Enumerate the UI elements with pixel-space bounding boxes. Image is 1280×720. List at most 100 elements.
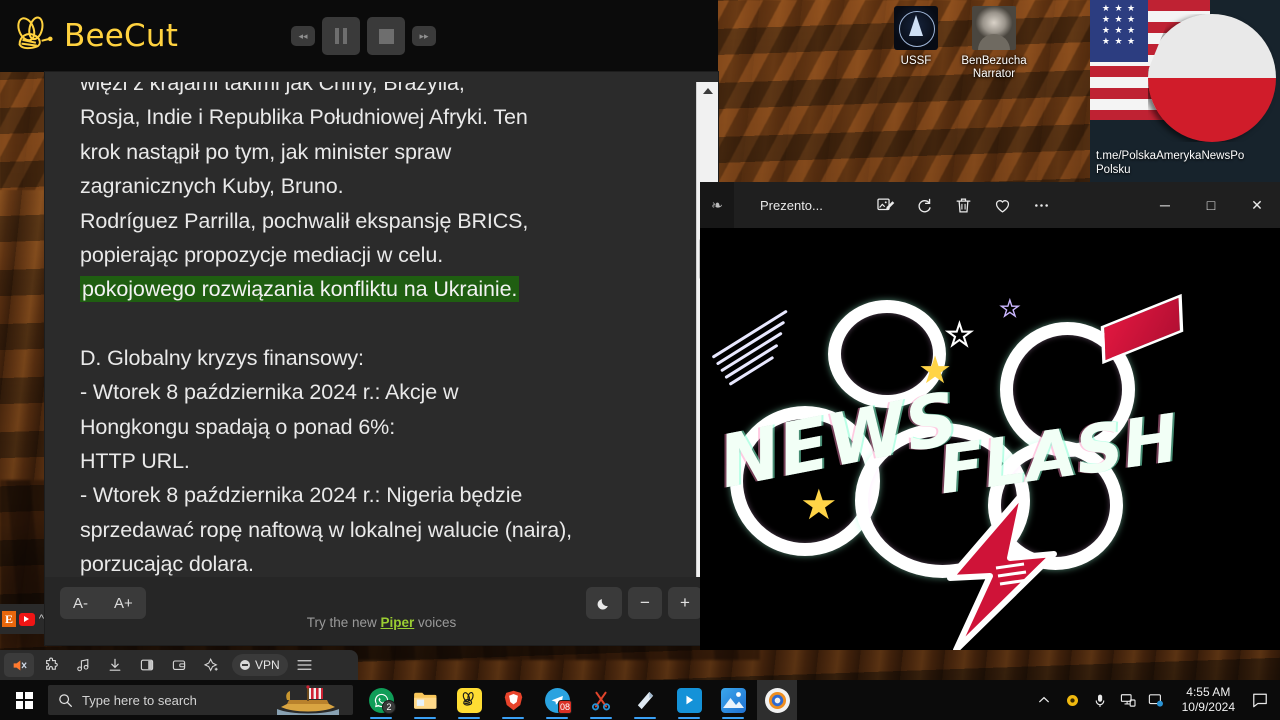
taskbar-app-brave[interactable] [493,680,533,720]
clock-date: 10/9/2024 [1181,700,1235,714]
beecut-logo: BeeCut [10,13,178,59]
reader-line: - Wtorek 8 października 2024 r.: Nigeria… [80,483,523,508]
taskbar-app-paper[interactable] [625,680,665,720]
photos-titlebar[interactable]: ❧ Prezento... ─ □ ✕ [700,182,1280,228]
youtube-icon[interactable] [18,612,35,626]
pause-icon[interactable] [322,17,361,55]
music-note-icon[interactable] [68,653,98,677]
photo-viewport[interactable]: ★ ★ ★ ★ NEWS FLASH [700,228,1280,650]
taskbar-app-chrome-canary[interactable] [757,680,797,720]
reader-highlighted-sentence: pokojowego rozwiązania konfliktu na Ukra… [80,276,520,303]
scissors-icon [589,688,614,713]
vpn-label: VPN [255,658,280,672]
beecut-playback-controls: ◂◂ ▸▸ [291,17,437,55]
desktop-icon-label-line2: Narrator [972,68,1016,80]
chevron-up-icon[interactable]: ^ [39,613,44,625]
minimize-button[interactable]: ─ [1142,182,1188,228]
close-button[interactable]: ✕ [1234,182,1280,228]
maximize-button[interactable]: □ [1188,182,1234,228]
reader-line: zagranicznych Kuby, Bruno. [80,174,344,199]
telegram-badge: 08 [558,700,572,714]
everything-search-icon[interactable]: E [2,611,16,627]
edit-image-icon[interactable] [876,196,895,215]
hamburger-menu-icon[interactable] [290,653,320,677]
reader-line: D. Globalny kryzys finansowy: [80,345,364,370]
reader-text-content: więzi z krajami takimi jak Chiny, Brazyl… [45,82,696,577]
puzzle-icon[interactable] [36,653,66,677]
vpn-toggle[interactable]: VPN [232,654,288,676]
download-icon[interactable] [100,653,130,677]
ellipsis-icon[interactable] [1032,196,1051,215]
rotate-icon[interactable] [915,196,934,215]
scroll-up-arrow-icon[interactable] [697,82,719,100]
telegram-banner-label-line2: Polsku [1096,164,1131,176]
system-tray: 4:55 AM 10/9/2024 [1036,680,1280,720]
reader-line: HTTP URL. [80,449,190,474]
font-increase-button[interactable]: A+ [101,595,146,612]
font-decrease-button[interactable]: A- [60,595,101,612]
reader-line: Rodríguez Parrilla, pochwalił ekspansję … [80,208,529,233]
microphone-icon[interactable] [1092,692,1109,709]
search-icon [48,685,82,715]
window-controls: ─ □ ✕ [1142,182,1280,228]
reader-toolbar: A- A+ − + Try the new Piper voices [45,577,718,645]
piper-promo: Try the new Piper voices [45,615,718,630]
taskbar-apps: 2 08 [361,680,797,720]
play-icon [676,687,702,713]
fast-forward-icon[interactable]: ▸▸ [412,26,437,46]
stop-icon[interactable] [367,17,406,55]
reader-line: pokojowego rozwiązania konfliktu na Ukra… [80,272,688,306]
taskbar-app-photos[interactable] [713,680,753,720]
burst-star-icon: ★ [945,318,974,353]
photos-toolbar [876,196,1051,215]
display-icon[interactable] [1148,692,1165,709]
reader-line: popierając propozycje mediacji w celu. [80,243,444,268]
sparkle-icon[interactable] [196,653,226,677]
lightning-bolt-icon [947,490,1057,650]
taskbar-app-telegram[interactable]: 08 [537,680,577,720]
heart-icon[interactable] [993,196,1012,215]
reader-line: krok nastąpił po tym, jak minister spraw [80,139,452,164]
reader-line: więzi z krajami takimi jak Chiny, Brazyl… [80,82,465,95]
show-hidden-icons-icon[interactable] [1036,692,1053,709]
space-force-badge-icon [894,6,938,50]
piper-promo-prefix: Try the new [306,615,381,630]
taskbar-app-whatsapp[interactable]: 2 [361,680,401,720]
taskbar-app-movies-tv[interactable] [669,680,709,720]
desktop-icon-benbezucha-narrator[interactable]: BenBezucha Narrator [948,6,1040,81]
speaker-icon[interactable] [4,653,34,677]
narrator-photo-icon [972,6,1016,50]
clock[interactable]: 4:55 AM 10/9/2024 [1182,685,1235,715]
paper-icon [633,688,658,713]
bee-icon [17,16,53,50]
wallet-icon[interactable] [164,653,194,677]
moon-glyph [597,598,608,610]
desktop-icon-label-line1: BenBezucha [961,55,1027,67]
photos-icon [720,687,746,713]
news-flash-artwork: ★ ★ ★ ★ NEWS FLASH [700,228,1280,650]
action-center-icon[interactable] [1246,680,1274,720]
eye-icon[interactable] [1064,692,1081,709]
sidebar-icon[interactable] [132,653,162,677]
vpn-status-dot [240,660,250,670]
whatsapp-badge: 2 [382,700,396,714]
reader-line: Hongkongu spadają o ponad 6%: [80,414,396,439]
star-outline-icon: ★ [999,295,1020,321]
piper-link[interactable]: Piper [380,615,414,630]
trash-icon[interactable] [954,196,973,215]
taskbar-app-file-explorer[interactable] [405,680,445,720]
rewind-icon[interactable]: ◂◂ [291,26,316,46]
windows-start-icon[interactable] [0,680,48,720]
window-title: Prezento... [760,197,823,213]
reader-line: - Wtorek 8 października 2024 r.: Akcje w [80,380,459,405]
taskbar-app-beecut[interactable] [449,680,489,720]
beecut-recorder-bar: BeeCut ◂◂ ▸▸ [0,0,718,72]
search-input[interactable]: Type here to search [48,685,353,715]
brave-browser-toolbar: VPN [0,650,358,680]
desktop-icon-label: USSF [900,55,932,67]
browser-overflow-tray: E ^ [0,604,44,634]
network-icon[interactable] [1120,692,1137,709]
desktop-telegram-banner[interactable]: ★ ★ ★ ★ ★ ★ ★ ★ ★ ★ ★ ★ t.me/PolskaAmerykaN… [1090,0,1280,183]
taskbar-app-snipping-tool[interactable] [581,680,621,720]
photos-app-icon[interactable]: ❧ [700,182,734,228]
